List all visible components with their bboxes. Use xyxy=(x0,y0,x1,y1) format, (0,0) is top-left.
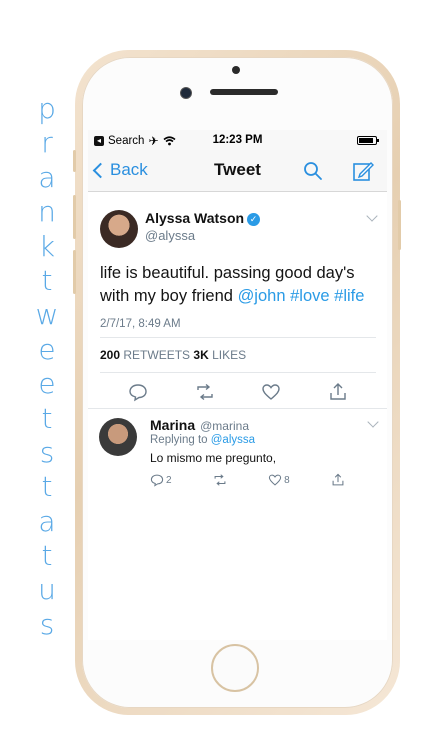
tweet-author-name: Alyssa Watson xyxy=(145,210,245,226)
likes-count[interactable]: 3K xyxy=(193,348,208,362)
divider xyxy=(100,337,376,338)
promo-letter: t xyxy=(41,539,53,573)
sensor-dot xyxy=(232,66,240,74)
promo-vertical-text: p r a n k t w e e t s t a t u s xyxy=(30,92,64,642)
promo-letter: n xyxy=(38,195,56,229)
home-button[interactable] xyxy=(211,644,259,692)
verified-badge-icon: ✓ xyxy=(247,213,261,226)
share-icon xyxy=(332,473,344,486)
chevron-down-icon[interactable] xyxy=(366,210,378,222)
promo-letter: r xyxy=(41,126,53,160)
reply-actions: 2 8 xyxy=(150,473,345,487)
tweet-author-handle[interactable]: @alyssa xyxy=(145,228,195,243)
battery-icon xyxy=(357,136,379,145)
avatar[interactable] xyxy=(100,210,138,248)
hashtag-life-link[interactable]: #life xyxy=(334,287,364,305)
like-count: 8 xyxy=(284,474,290,486)
hashtag-love-link[interactable]: #love xyxy=(290,287,329,305)
replying-to-link[interactable]: @alyssa xyxy=(211,434,255,446)
volume-down-button xyxy=(73,250,76,294)
reply-retweet-action[interactable] xyxy=(213,473,227,487)
front-camera xyxy=(180,87,192,99)
retweet-icon xyxy=(214,474,226,486)
phone-screen: ◂ Search ✈ 12:23 PM Back Tweet Alyssa Wa… xyxy=(88,130,387,640)
status-time: 12:23 PM xyxy=(212,134,263,146)
reply-author-handle: @marina xyxy=(200,419,249,433)
promo-letter: t xyxy=(41,263,53,297)
promo-letter: s xyxy=(39,435,55,469)
reply-like-action[interactable]: 8 xyxy=(268,473,290,487)
tweet-timestamp: 2/7/17, 8:49 AM xyxy=(100,318,181,330)
tweet-actions xyxy=(128,382,348,402)
page-title: Tweet xyxy=(214,160,261,179)
promo-letter: k xyxy=(38,229,56,263)
likes-label[interactable]: LIKES xyxy=(212,348,246,362)
promo-letter: e xyxy=(38,367,56,401)
reply-reply-action[interactable]: 2 xyxy=(150,473,172,487)
divider xyxy=(100,372,376,373)
promo-letter: e xyxy=(38,332,56,366)
mute-switch xyxy=(73,150,76,172)
reply-count: 2 xyxy=(166,474,172,486)
retweets-label[interactable]: RETWEETS xyxy=(123,348,190,362)
search-icon[interactable] xyxy=(303,161,323,181)
volume-up-button xyxy=(73,195,76,239)
heart-icon xyxy=(268,474,282,486)
replying-to: Replying to @alyssa xyxy=(150,434,255,446)
promo-letter: s xyxy=(39,607,55,641)
reply-text: Lo mismo me pregunto, xyxy=(150,451,277,465)
power-button xyxy=(398,200,401,250)
promo-letter: a xyxy=(38,504,56,538)
tweet-stats: 200 RETWEETS 3K LIKES xyxy=(100,348,246,362)
reply-icon xyxy=(150,474,164,487)
compose-icon[interactable] xyxy=(352,160,374,182)
promo-letter: t xyxy=(41,470,53,504)
divider xyxy=(88,408,387,409)
retweets-count[interactable]: 200 xyxy=(100,348,120,362)
mention-link[interactable]: @john xyxy=(238,287,286,305)
navigation-bar: Back Tweet xyxy=(88,150,387,192)
avatar[interactable] xyxy=(99,418,137,456)
tweet-text: life is beautiful. passing good day's wi… xyxy=(100,262,380,308)
promo-letter: p xyxy=(38,92,56,125)
reply-author[interactable]: Marina @marina xyxy=(150,417,249,433)
reply-author-name: Marina xyxy=(150,417,196,433)
promo-letter: u xyxy=(38,573,56,607)
chevron-down-icon[interactable] xyxy=(367,416,379,428)
retweet-icon[interactable] xyxy=(195,382,215,402)
reply-icon[interactable] xyxy=(128,382,148,402)
heart-icon[interactable] xyxy=(261,382,281,402)
reply-share-action[interactable] xyxy=(331,473,345,487)
earpiece-speaker xyxy=(210,89,278,95)
promo-letter: t xyxy=(41,401,53,435)
promo-letter: a xyxy=(38,160,56,194)
share-icon[interactable] xyxy=(328,382,348,402)
status-bar: ◂ Search ✈ 12:23 PM xyxy=(88,130,387,150)
tweet-author[interactable]: Alyssa Watson ✓ xyxy=(145,210,261,226)
replying-prefix: Replying to xyxy=(150,434,208,446)
promo-letter: w xyxy=(35,298,59,332)
